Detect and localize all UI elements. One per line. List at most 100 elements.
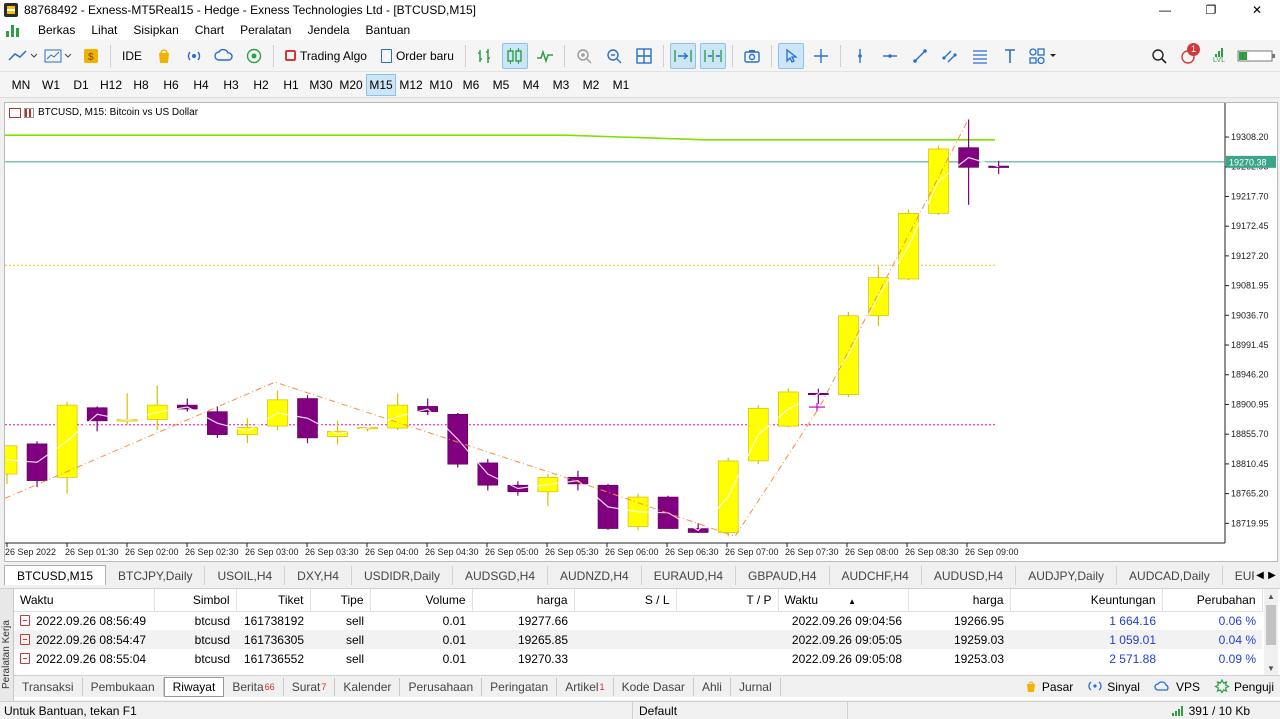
column-header-waktu[interactable]: Waktu <box>14 589 155 612</box>
toolbox-vps-button[interactable]: VPS <box>1154 679 1200 696</box>
column-header-harga[interactable]: harga <box>472 589 575 612</box>
shapes-icon[interactable] <box>1027 43 1059 69</box>
chart-shift-icon[interactable] <box>699 42 726 69</box>
chart-tab-usoil-h4[interactable]: USOIL,H4 <box>205 566 286 585</box>
vertical-line-icon[interactable] <box>847 43 873 69</box>
table-row[interactable]: 2022.09.26 08:55:04 btcusd 161736552 sell 0.… <box>14 649 1262 668</box>
screenshot-icon[interactable] <box>739 43 765 69</box>
menu-lihat[interactable]: Lihat <box>83 20 125 40</box>
notifications-button[interactable]: 1 <box>1176 42 1202 69</box>
channel-icon[interactable] <box>937 43 963 69</box>
horizontal-line-icon[interactable] <box>877 43 903 69</box>
ide-button[interactable]: IDE <box>117 43 147 69</box>
timeframe-h12[interactable]: H12 <box>96 74 126 96</box>
timeframe-d1[interactable]: D1 <box>66 74 96 96</box>
menu-sisipkan[interactable]: Sisipkan <box>125 20 186 40</box>
fibonacci-icon[interactable] <box>967 43 993 69</box>
minimize-button[interactable]: — <box>1142 0 1188 20</box>
timeframe-m3[interactable]: M3 <box>546 74 576 96</box>
scroll-thumb[interactable] <box>1266 605 1276 645</box>
timeframe-h1[interactable]: H1 <box>276 74 306 96</box>
new-order-button[interactable]: Order baru <box>376 43 459 69</box>
column-header-waktu-close[interactable]: Waktu ▲ <box>778 589 909 612</box>
cursor-icon[interactable] <box>777 42 804 69</box>
chart-type-button[interactable] <box>6 43 38 69</box>
template-button[interactable] <box>42 43 74 69</box>
chart-tab-audsgd-h4[interactable]: AUDSGD,H4 <box>453 566 549 585</box>
zoom-in-icon[interactable] <box>571 43 597 69</box>
toolbox-sidebar[interactable]: Peralatan Kerja <box>0 589 14 701</box>
line-chart-icon[interactable] <box>532 43 558 69</box>
text-icon[interactable] <box>997 43 1023 69</box>
column-header-t-p[interactable]: T / P <box>676 589 779 612</box>
tab-riwayat[interactable]: Riwayat <box>163 676 225 697</box>
menu-berkas[interactable]: Berkas <box>30 20 83 40</box>
chart-tab-audjpy-daily[interactable]: AUDJPY,Daily <box>1016 566 1118 585</box>
timeframe-m4[interactable]: M4 <box>516 74 546 96</box>
chart-tab-usdidr-daily[interactable]: USDIDR,Daily <box>352 566 453 585</box>
menu-peralatan[interactable]: Peralatan <box>232 20 299 40</box>
zoom-out-icon[interactable] <box>601 43 627 69</box>
scroll-down-icon[interactable]: ▼ <box>1264 661 1278 675</box>
timeframe-mn[interactable]: MN <box>6 74 36 96</box>
timeframe-h4[interactable]: H4 <box>186 74 216 96</box>
column-header-volume[interactable]: Volume <box>370 589 473 612</box>
timeframe-w1[interactable]: W1 <box>36 74 66 96</box>
candlestick-icon[interactable] <box>501 42 528 69</box>
chart-menu-icon[interactable] <box>24 107 34 118</box>
crosshair-icon[interactable] <box>808 43 834 69</box>
timeframe-m30[interactable]: M30 <box>306 74 336 96</box>
timeframe-m6[interactable]: M6 <box>456 74 486 96</box>
search-icon[interactable] <box>1146 43 1172 69</box>
chart-tab-audusd-h4[interactable]: AUDUSD,H4 <box>922 566 1017 585</box>
tab-transaksi[interactable]: Transaksi <box>14 677 83 696</box>
price-chart[interactable]: BTCUSD, M15: Bitcoin vs US Dollar 19308.… <box>4 102 1278 562</box>
column-header-harga[interactable]: harga <box>908 589 1011 612</box>
column-header-tipe[interactable]: Tipe <box>310 589 371 612</box>
menu-bantuan[interactable]: Bantuan <box>358 20 419 40</box>
table-row[interactable]: 2022.09.26 08:54:47 btcusd 161736305 sell 0.… <box>14 630 1262 649</box>
vps-icon[interactable] <box>211 43 237 69</box>
chart-tab-dxy-h4[interactable]: DXY,H4 <box>285 566 352 585</box>
timeframe-h8[interactable]: H8 <box>126 74 156 96</box>
timeframe-m15[interactable]: M15 <box>366 73 396 96</box>
tab-artikel[interactable]: Artikel 1 <box>557 677 614 696</box>
tab-perusahaan[interactable]: Perusahaan <box>400 677 483 696</box>
timeframe-h2[interactable]: H2 <box>246 74 276 96</box>
profile-name[interactable]: Default <box>632 702 847 719</box>
toolbox-sinyal-button[interactable]: Sinyal <box>1087 679 1140 696</box>
menu-jendela[interactable]: Jendela <box>299 20 357 40</box>
timeframe-m1[interactable]: M1 <box>606 74 636 96</box>
market-icon[interactable] <box>151 43 177 69</box>
chart-tab-euraud-h4[interactable]: EURAUD,H4 <box>642 566 737 585</box>
table-scrollbar[interactable]: ▲ ▼ <box>1264 589 1278 675</box>
tab-scroll-right-icon[interactable]: ▶ <box>1266 565 1278 585</box>
deposit-icon[interactable]: $ <box>78 43 104 69</box>
chart-tab-audcad-daily[interactable]: AUDCAD,Daily <box>1117 566 1223 585</box>
tab-berita[interactable]: Berita 66 <box>224 677 284 696</box>
tab-peringatan[interactable]: Peringatan <box>482 677 558 696</box>
column-header-tiket[interactable]: Tiket <box>236 589 311 612</box>
signals-icon[interactable] <box>181 43 207 69</box>
chart-tab-gbpaud-h4[interactable]: GBPAUD,H4 <box>736 566 830 585</box>
timeframe-m20[interactable]: M20 <box>336 74 366 96</box>
timeframe-m5[interactable]: M5 <box>486 74 516 96</box>
chart-tab-btcjpy-daily[interactable]: BTCJPY,Daily <box>106 566 206 585</box>
tab-ahli[interactable]: Ahli <box>694 677 731 696</box>
tab-pembukaan[interactable]: Pembukaan <box>83 677 164 696</box>
chart-tab-btcusd-m15[interactable]: BTCUSD,M15 <box>4 565 107 585</box>
timeframe-h3[interactable]: H3 <box>216 74 246 96</box>
timeframe-h6[interactable]: H6 <box>156 74 186 96</box>
toolbox-pasar-button[interactable]: Pasar <box>1024 679 1073 696</box>
scroll-up-icon[interactable]: ▲ <box>1264 589 1278 603</box>
timeframe-m12[interactable]: M12 <box>396 74 426 96</box>
timeframe-m10[interactable]: M10 <box>426 74 456 96</box>
chart-tab-audchf-h4[interactable]: AUDCHF,H4 <box>830 566 922 585</box>
tab-surat[interactable]: Surat 7 <box>284 677 336 696</box>
menu-chart[interactable]: Chart <box>187 20 232 40</box>
signal-strength-icon[interactable]: LVL <box>1206 43 1232 69</box>
web-icon[interactable] <box>241 43 267 69</box>
trading-algo-button[interactable]: Trading Algo <box>280 43 372 69</box>
chart-tab-audnzd-h4[interactable]: AUDNZD,H4 <box>548 566 642 585</box>
column-header-s-l[interactable]: S / L <box>574 589 677 612</box>
